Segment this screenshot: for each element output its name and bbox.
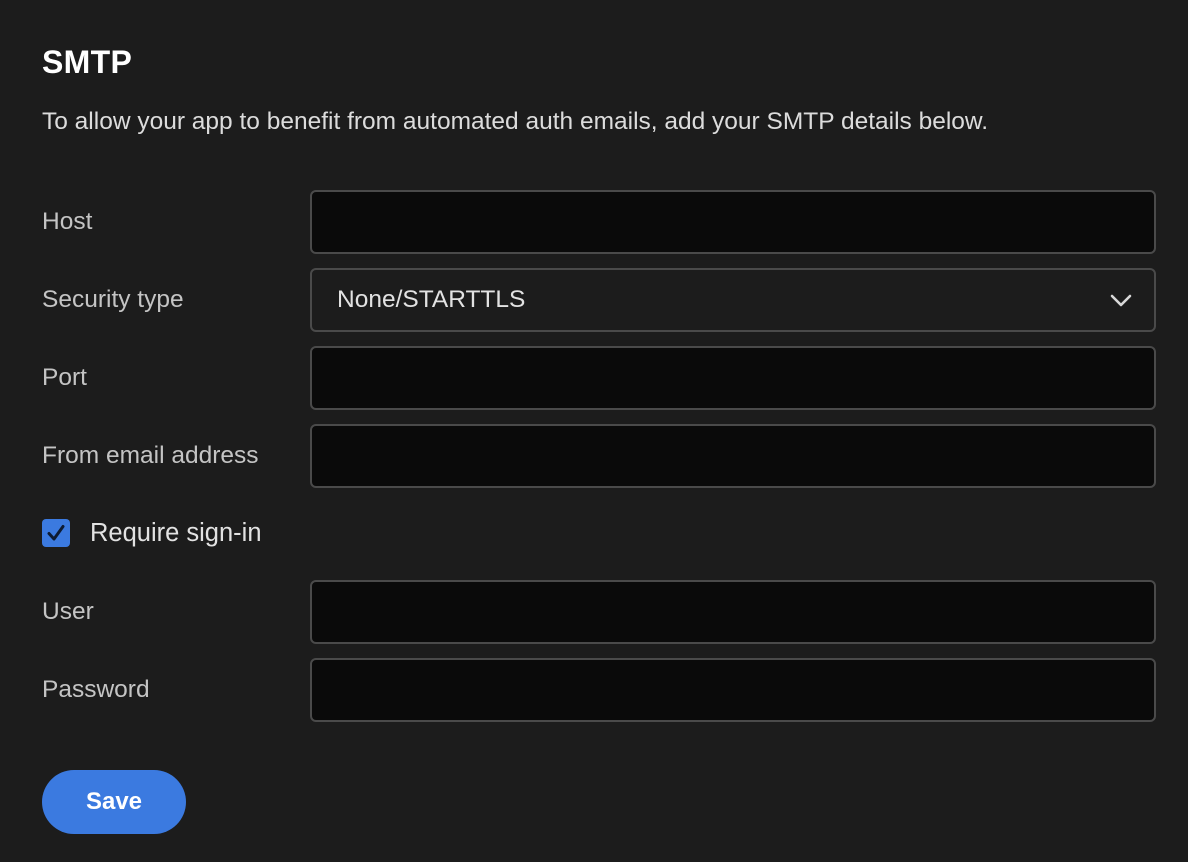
from-email-label: From email address bbox=[42, 442, 259, 469]
port-label: Port bbox=[42, 364, 87, 391]
require-signin-label[interactable]: Require sign-in bbox=[90, 510, 262, 556]
security-type-row: Security type None/STARTTLS bbox=[42, 268, 1156, 332]
chevron-down-icon bbox=[1110, 290, 1132, 310]
section-title: SMTP bbox=[42, 44, 133, 80]
port-input[interactable] bbox=[310, 346, 1156, 410]
require-signin-checkbox[interactable] bbox=[42, 519, 70, 547]
security-type-select[interactable]: None/STARTTLS bbox=[310, 268, 1156, 332]
save-button[interactable]: Save bbox=[42, 770, 186, 834]
smtp-settings-panel: SMTP To allow your app to benefit from a… bbox=[0, 0, 1188, 862]
password-row: Password bbox=[42, 658, 1156, 722]
user-row: User bbox=[42, 580, 1156, 644]
from-email-row: From email address bbox=[42, 424, 1156, 488]
require-signin-row: Require sign-in bbox=[42, 510, 442, 556]
port-row: Port bbox=[42, 346, 1156, 410]
password-input[interactable] bbox=[310, 658, 1156, 722]
from-email-input[interactable] bbox=[310, 424, 1156, 488]
security-type-selected-value: None/STARTTLS bbox=[337, 286, 526, 313]
user-label: User bbox=[42, 598, 94, 625]
section-description: To allow your app to benefit from automa… bbox=[42, 108, 989, 135]
host-input[interactable] bbox=[310, 190, 1156, 254]
password-label: Password bbox=[42, 676, 150, 703]
user-input[interactable] bbox=[310, 580, 1156, 644]
security-type-label: Security type bbox=[42, 286, 184, 313]
host-label: Host bbox=[42, 208, 93, 235]
checkmark-icon bbox=[47, 525, 65, 541]
host-row: Host bbox=[42, 190, 1156, 254]
